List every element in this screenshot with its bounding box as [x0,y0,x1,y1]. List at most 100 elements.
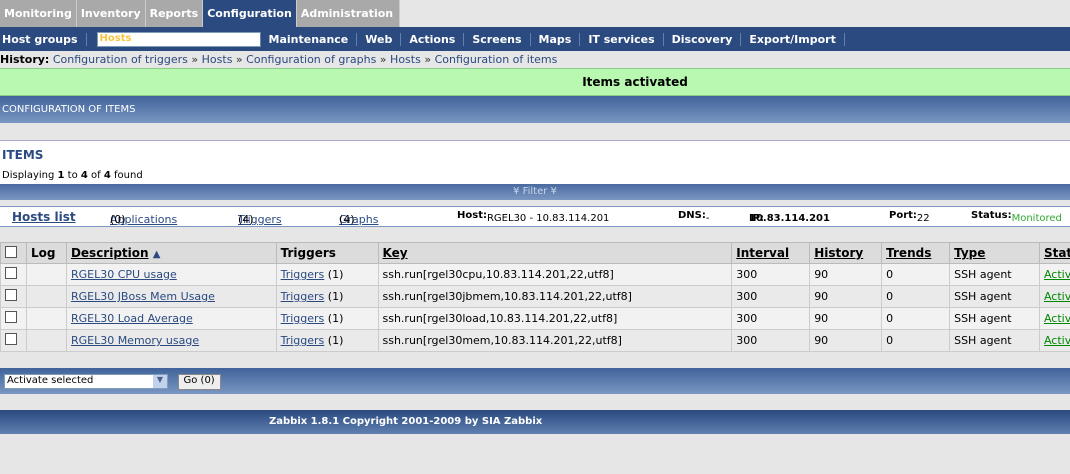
success-message: Items activated [0,68,1070,96]
col-log: Log [25,242,67,264]
item-history: 90 [809,329,883,352]
tab-inventory[interactable]: Inventory [76,0,146,27]
row-checkbox[interactable] [5,267,17,279]
trigger-count: (1) [327,290,344,303]
row-checkbox[interactable] [5,311,17,323]
item-triggers-link[interactable]: Triggers [281,290,325,303]
item-status-toggle[interactable]: Active [1044,334,1070,347]
item-trends: 0 [881,307,951,330]
log-cell [25,307,67,330]
action-select[interactable]: Activate selected ▼ [4,374,168,389]
item-key: ssh.run[rgel30cpu,10.83.114.201,22,utf8] [377,263,733,286]
col-description[interactable]: Description ▲ [65,242,277,264]
section-header: CONFIGURATION OF ITEMS [0,96,1070,123]
history-link[interactable]: Hosts [390,53,421,66]
items-table: Log Description ▲ Triggers Key Interval … [0,242,1070,352]
col-triggers: Triggers [275,242,379,264]
tab-administration[interactable]: Administration [296,0,401,27]
history-link[interactable]: Configuration of graphs [246,53,376,66]
history-label: History: [0,53,50,66]
nav-screens[interactable]: Screens [470,32,531,46]
row-checkbox[interactable] [5,333,17,345]
history-link[interactable]: Configuration of items [435,53,558,66]
col-status[interactable]: Status [1038,242,1070,264]
displaying-count: Displaying 1 to 4 of 4 found [2,170,143,181]
item-interval: 300 [731,307,811,330]
items-title: ITEMS [2,148,44,162]
item-description-link[interactable]: RGEL30 JBoss Mem Usage [71,290,215,303]
col-trends[interactable]: Trends [881,242,951,264]
item-history: 90 [809,263,883,286]
item-description-link[interactable]: RGEL30 Load Average [71,312,193,325]
nav-host-groups[interactable]: Host groups [0,32,87,46]
item-interval: 300 [731,285,811,308]
trigger-count: (1) [327,334,344,347]
item-status-toggle[interactable]: Active [1044,268,1070,281]
trigger-count: (1) [327,268,344,281]
log-cell [25,263,67,286]
table-row: RGEL30 JBoss Mem Usage Triggers (1) ssh.… [0,285,1070,308]
host-name: Host: RGEL30 - 10.83.114.201 [457,210,610,224]
triggers-count: (4) [238,213,254,226]
table-row: RGEL30 CPU usage Triggers (1) ssh.run[rg… [0,263,1070,286]
item-history: 90 [809,285,883,308]
tab-reports[interactable]: Reports [145,0,204,27]
item-triggers-link[interactable]: Triggers [281,312,325,325]
nav-maintenance[interactable]: Maintenance [267,32,358,46]
sort-asc-icon: ▲ [152,249,161,260]
history-link[interactable]: Hosts [202,53,233,66]
item-status-toggle[interactable]: Active [1044,290,1070,303]
log-cell [25,285,67,308]
col-type[interactable]: Type [949,242,1040,264]
applications-count: (0) [110,213,126,226]
item-key: ssh.run[rgel30load,10.83.114.201,22,utf8… [377,307,733,330]
hosts-list-link[interactable]: Hosts list [12,210,76,224]
nav-hosts[interactable]: Hosts [96,31,261,47]
item-interval: 300 [731,263,811,286]
trigger-count: (1) [327,312,344,325]
col-interval[interactable]: Interval [731,242,811,264]
nav-maps[interactable]: Maps [537,32,581,46]
filter-toggle[interactable]: ¥ Filter ¥ [0,184,1070,200]
item-type: SSH agent [949,307,1040,330]
item-description-link[interactable]: RGEL30 Memory usage [71,334,199,347]
item-triggers-link[interactable]: Triggers [281,268,325,281]
host-info-bar: Hosts list Applications (0) Triggers (4)… [0,206,1070,227]
nav-export-import[interactable]: Export/Import [747,32,845,46]
host-port: Port: 22 [889,210,930,224]
item-key: ssh.run[rgel30jbmem,10.83.114.201,22,utf… [377,285,733,308]
nav-discovery[interactable]: Discovery [670,32,742,46]
tab-monitoring[interactable]: Monitoring [0,0,77,27]
footer: Zabbix 1.8.1 Copyright 2001-2009 by SIA … [0,410,1070,434]
main-tabs: Monitoring Inventory Reports Configurati… [0,0,1070,27]
table-row: RGEL30 Memory usage Triggers (1) ssh.run… [0,329,1070,352]
row-checkbox[interactable] [5,289,17,301]
log-cell [25,329,67,352]
history-link[interactable]: Configuration of triggers [53,53,188,66]
item-type: SSH agent [949,329,1040,352]
item-description-link[interactable]: RGEL30 CPU usage [71,268,177,281]
item-trends: 0 [881,263,951,286]
select-all-checkbox[interactable] [5,245,17,258]
host-status: Status: Monitored [971,210,1062,224]
action-bar: Activate selected ▼ Go (0) [0,368,1070,394]
nav-actions[interactable]: Actions [407,32,465,46]
item-type: SSH agent [949,263,1040,286]
graphs-count: (4) [339,213,355,226]
col-key[interactable]: Key [377,242,733,264]
item-history: 90 [809,307,883,330]
item-triggers-link[interactable]: Triggers [281,334,325,347]
item-status-toggle[interactable]: Active [1044,312,1070,325]
go-button[interactable]: Go (0) [177,374,221,390]
item-type: SSH agent [949,285,1040,308]
sub-navigation: Host groups Hosts Maintenance Web Action… [0,27,1070,51]
tab-configuration[interactable]: Configuration [203,0,297,27]
item-trends: 0 [881,329,951,352]
item-key: ssh.run[rgel30mem,10.83.114.201,22,utf8] [377,329,733,352]
chevron-down-icon: ▼ [153,375,167,388]
nav-web[interactable]: Web [363,32,402,46]
history-breadcrumb: History: Configuration of triggers » Hos… [0,51,1070,68]
col-history[interactable]: History [809,242,883,264]
table-header: Log Description ▲ Triggers Key Interval … [0,242,1070,264]
nav-it-services[interactable]: IT services [586,32,664,46]
